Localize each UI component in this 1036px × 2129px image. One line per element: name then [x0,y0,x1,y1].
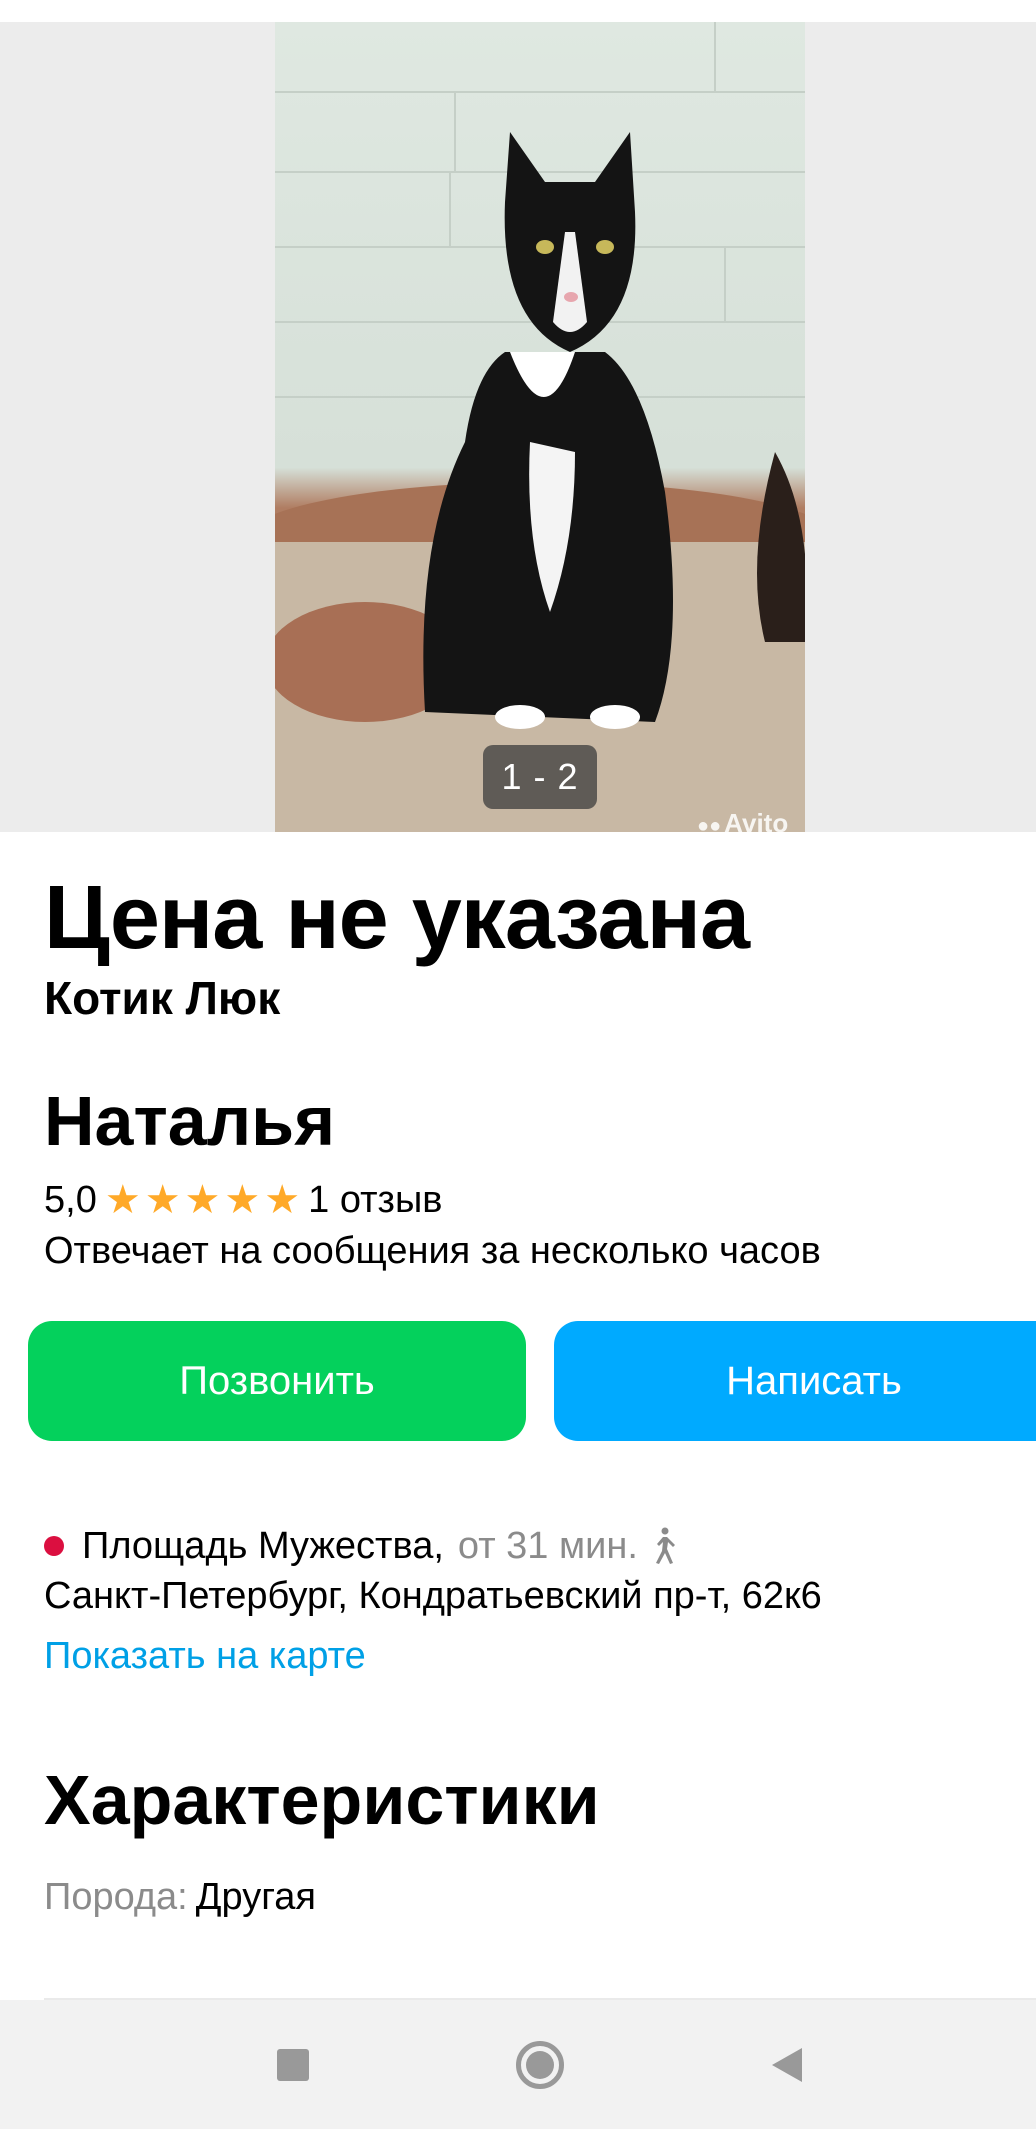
home-icon [516,2040,564,2089]
call-button[interactable]: Позвонить [28,1321,526,1441]
star-icon: ★ [184,1178,221,1222]
avito-watermark: ●● Avito [697,808,788,839]
address: Санкт-Петербург, Кондратьевский пр-т, 62… [44,1575,822,1617]
reviews-count[interactable]: 1 отзыв [308,1179,442,1222]
metro-line-icon [44,1536,64,1556]
metro-name: Площадь Мужества, [82,1524,444,1567]
spec-label: Порода: [44,1876,188,1918]
star-icon: ★ [224,1178,261,1222]
avito-logo-icon: ●● [697,815,722,837]
seller-name[interactable]: Наталья [44,1081,335,1161]
photo-gallery[interactable]: 1 - 2 ●● Avito [0,22,1036,838]
avito-watermark-text: Avito [724,808,789,838]
recent-apps-button[interactable] [258,2000,328,2129]
listing-price: Цена не указана [44,868,750,968]
rating-value: 5,0 [44,1178,97,1221]
home-button[interactable] [505,2000,575,2129]
metro-station: Площадь Мужества, от 31 мин. [44,1521,678,1571]
recent-apps-icon [277,2048,309,2081]
cat-photo-illustration [275,22,805,832]
photo-counter: 1 - 2 [483,745,597,809]
back-icon [772,2047,802,2082]
metro-time: от 31 мин. [457,1524,638,1567]
back-button[interactable] [752,2000,822,2129]
seller-rating[interactable]: 5,0 ★ ★ ★ ★ ★ 1 отзыв [44,1176,442,1224]
star-icon: ★ [104,1178,141,1222]
response-time: Отвечает на сообщения за несколько часов [44,1230,821,1272]
listing-photo[interactable] [275,22,805,832]
spec-value: Другая [195,1876,316,1918]
listing-title: Котик Люк [44,972,281,1024]
rating-stars: ★ ★ ★ ★ ★ [105,1180,304,1220]
system-navigation-bar [0,2000,1036,2129]
star-icon: ★ [264,1178,301,1222]
star-icon: ★ [144,1178,181,1222]
specs-heading: Характеристики [44,1761,600,1839]
show-on-map-link[interactable]: Показать на карте [44,1631,366,1681]
spec-item: Порода: Другая [44,1872,316,1922]
walking-person-icon [655,1527,675,1564]
write-button[interactable]: Написать [554,1321,1036,1441]
